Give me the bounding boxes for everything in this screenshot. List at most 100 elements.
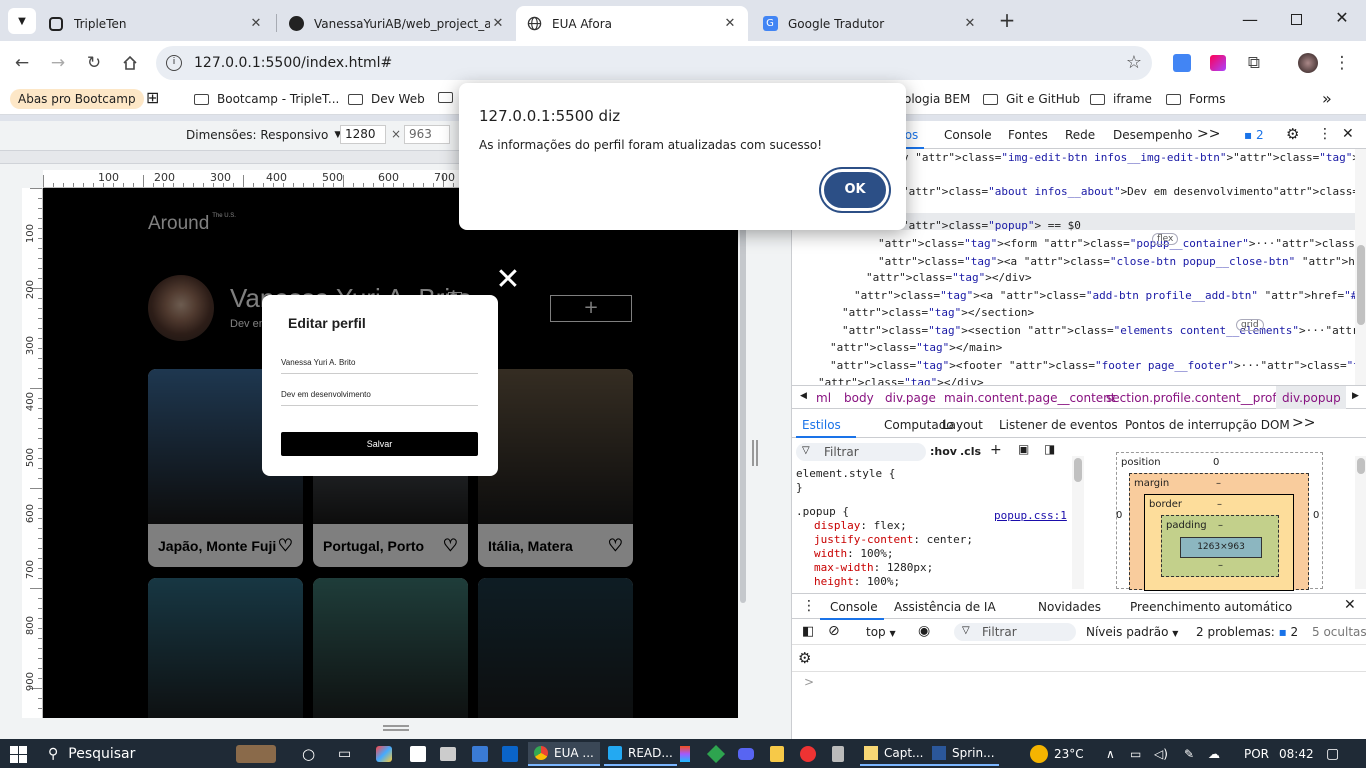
- tab-search-button[interactable]: ▼: [8, 8, 36, 34]
- drawer-tab-console[interactable]: Console: [830, 600, 878, 614]
- console-settings-gear-icon[interactable]: ⚙: [798, 649, 811, 667]
- tab-desempenho[interactable]: Desempenho: [1113, 128, 1193, 142]
- clock[interactable]: 08:42: [1279, 744, 1314, 764]
- minimize-button[interactable]: —: [1238, 10, 1262, 30]
- dom-node[interactable]: "attr">class="tag"></div>: [818, 376, 984, 385]
- more-styles-tabs[interactable]: >>: [1292, 415, 1315, 431]
- google-translate-extension[interactable]: [1168, 49, 1196, 77]
- start-button[interactable]: [10, 744, 27, 764]
- outlook-icon[interactable]: [502, 744, 518, 764]
- forward-button[interactable]: →: [44, 49, 72, 77]
- dom-node-selected[interactable]: "attr">class="popup"> == $0: [902, 219, 1081, 232]
- tab-layout[interactable]: Layout: [942, 418, 983, 432]
- resize-handle-bottom[interactable]: [383, 725, 409, 731]
- taskbar-chrome[interactable]: EUA ...: [528, 742, 600, 766]
- breadcrumb-item[interactable]: div.page: [885, 391, 936, 405]
- breadcrumb-item[interactable]: body: [844, 391, 874, 405]
- weather-widget[interactable]: 23°C: [1030, 744, 1084, 764]
- app-icon[interactable]: [472, 744, 488, 764]
- tab-console[interactable]: Console: [944, 128, 992, 142]
- address-bar[interactable]: i 127.0.0.1:5500/index.html# ☆: [156, 46, 1152, 80]
- about-input[interactable]: Dev em desenvolvimento: [281, 390, 478, 406]
- breadcrumb-left-icon[interactable]: ◀: [800, 391, 807, 401]
- bookmark-iframe[interactable]: iframe: [1090, 92, 1152, 106]
- app-icon[interactable]: [410, 744, 426, 764]
- css-line[interactable]: element.style {: [796, 467, 895, 480]
- resize-handle-right[interactable]: [752, 440, 758, 466]
- app-icon[interactable]: [440, 744, 456, 764]
- bookmark-star-icon[interactable]: ☆: [1126, 52, 1142, 73]
- styles-scrollbar[interactable]: [1072, 456, 1084, 589]
- breadcrumb-item[interactable]: section.profile.content__profile: [1106, 391, 1291, 405]
- taskbar-search[interactable]: ⚲ Pesquisar: [48, 744, 135, 764]
- breadcrumb-item[interactable]: main.content.page__content: [944, 391, 1115, 405]
- taskbar-capture[interactable]: Capt...: [860, 742, 928, 766]
- breadcrumb-right-icon[interactable]: ▶: [1352, 391, 1359, 401]
- css-line[interactable]: display: flex;: [814, 519, 907, 532]
- paint-icon[interactable]: ▣: [1018, 442, 1029, 456]
- breadcrumb-item[interactable]: ml: [816, 391, 831, 405]
- back-button[interactable]: ←: [8, 49, 36, 77]
- figma-icon[interactable]: [680, 744, 690, 764]
- save-button[interactable]: Salvar: [281, 432, 478, 456]
- sidebar-icon[interactable]: ◧: [802, 624, 814, 639]
- close-icon[interactable]: ✕: [962, 16, 978, 31]
- close-icon[interactable]: ✕: [248, 16, 264, 31]
- breadcrumb-item-selected[interactable]: div.popup: [1282, 391, 1341, 405]
- extension-button[interactable]: [1204, 49, 1232, 77]
- taskbar-vscode[interactable]: READ...: [604, 742, 677, 766]
- apps-grid-button[interactable]: ⊞: [146, 88, 159, 107]
- app-icon[interactable]: [706, 744, 726, 764]
- viewport-scrollbar[interactable]: [740, 188, 746, 603]
- layout-badge[interactable]: grid: [1236, 319, 1264, 331]
- kebab-menu-icon[interactable]: ⋮: [1318, 126, 1332, 142]
- app-icon[interactable]: [376, 744, 392, 764]
- chrome-menu-button[interactable]: ⋮: [1328, 49, 1356, 77]
- console-filter-input[interactable]: ▽ Filtrar: [954, 623, 1076, 641]
- css-line[interactable]: justify-content: center;: [814, 533, 973, 546]
- search-highlight-icon[interactable]: [236, 744, 276, 764]
- notifications-icon[interactable]: ▢: [1326, 744, 1339, 764]
- clear-console-icon[interactable]: ⊘: [828, 623, 840, 639]
- extensions-menu-button[interactable]: ⧉: [1240, 49, 1268, 77]
- calculator-icon[interactable]: [832, 744, 844, 764]
- app-icon[interactable]: [800, 744, 816, 764]
- settings-gear-icon[interactable]: ⚙: [1286, 125, 1299, 143]
- more-tabs-button[interactable]: >>: [1197, 126, 1220, 142]
- css-line[interactable]: width: 100%;: [814, 547, 893, 560]
- network-icon[interactable]: ▭: [1130, 744, 1141, 764]
- box-scrollbar[interactable]: [1355, 456, 1366, 589]
- dom-node[interactable]: "attr">class="tag"><footer "attr">class=…: [830, 359, 1355, 372]
- new-tab-button[interactable]: +: [996, 9, 1018, 31]
- new-style-rule-icon[interactable]: +: [990, 442, 1002, 458]
- levels-select[interactable]: Níveis padrão ▼: [1086, 625, 1178, 639]
- tab-fontes[interactable]: Fontes: [1008, 128, 1048, 142]
- cortana-icon[interactable]: ○: [302, 744, 315, 764]
- context-select[interactable]: top ▼: [866, 625, 896, 639]
- close-icon[interactable]: ✕: [490, 16, 506, 31]
- bookmark-git-e-github[interactable]: Git e GitHub: [983, 92, 1080, 106]
- issues-badge[interactable]: ▪ 2: [1244, 128, 1264, 142]
- hov-button[interactable]: :hov: [930, 445, 957, 458]
- bookmark-abas-pro-bootcamp[interactable]: Abas pro Bootcamp: [10, 89, 144, 109]
- css-line[interactable]: max-width: 1280px;: [814, 561, 933, 574]
- home-button[interactable]: [116, 49, 144, 77]
- drawer-tab-preenchimento[interactable]: Preenchimento automático: [1130, 600, 1292, 614]
- language-indicator[interactable]: POR: [1244, 744, 1269, 764]
- app-icon[interactable]: [770, 744, 784, 764]
- onedrive-icon[interactable]: ☁: [1208, 744, 1220, 764]
- dom-node[interactable]: "attr">class="tag"><a "attr">class="add-…: [854, 289, 1355, 302]
- dom-node[interactable]: v "attr">class="img-edit-btn infos__img-…: [902, 151, 1355, 164]
- popup-close-button[interactable]: ✕: [495, 265, 521, 295]
- window-close-button[interactable]: ✕: [1330, 8, 1354, 30]
- height-input[interactable]: 963: [404, 125, 450, 144]
- styles-filter-input[interactable]: ▽ Filtrar: [796, 443, 926, 461]
- restore-button[interactable]: [1284, 10, 1308, 30]
- tab-estilos[interactable]: Estilos: [802, 418, 841, 432]
- drawer-menu-icon[interactable]: ⋮: [802, 598, 816, 614]
- bookmark-forms[interactable]: Forms: [1166, 92, 1225, 106]
- drawer-tab-novidades[interactable]: Novidades: [1038, 600, 1101, 614]
- dom-node[interactable]: "attr">class="tag"></section>: [842, 306, 1034, 319]
- dom-node[interactable]: "attr">class="tag"><a "attr">class="clos…: [878, 255, 1355, 268]
- dom-node[interactable]: "attr">class="tag"><form "attr">class="p…: [878, 237, 1355, 250]
